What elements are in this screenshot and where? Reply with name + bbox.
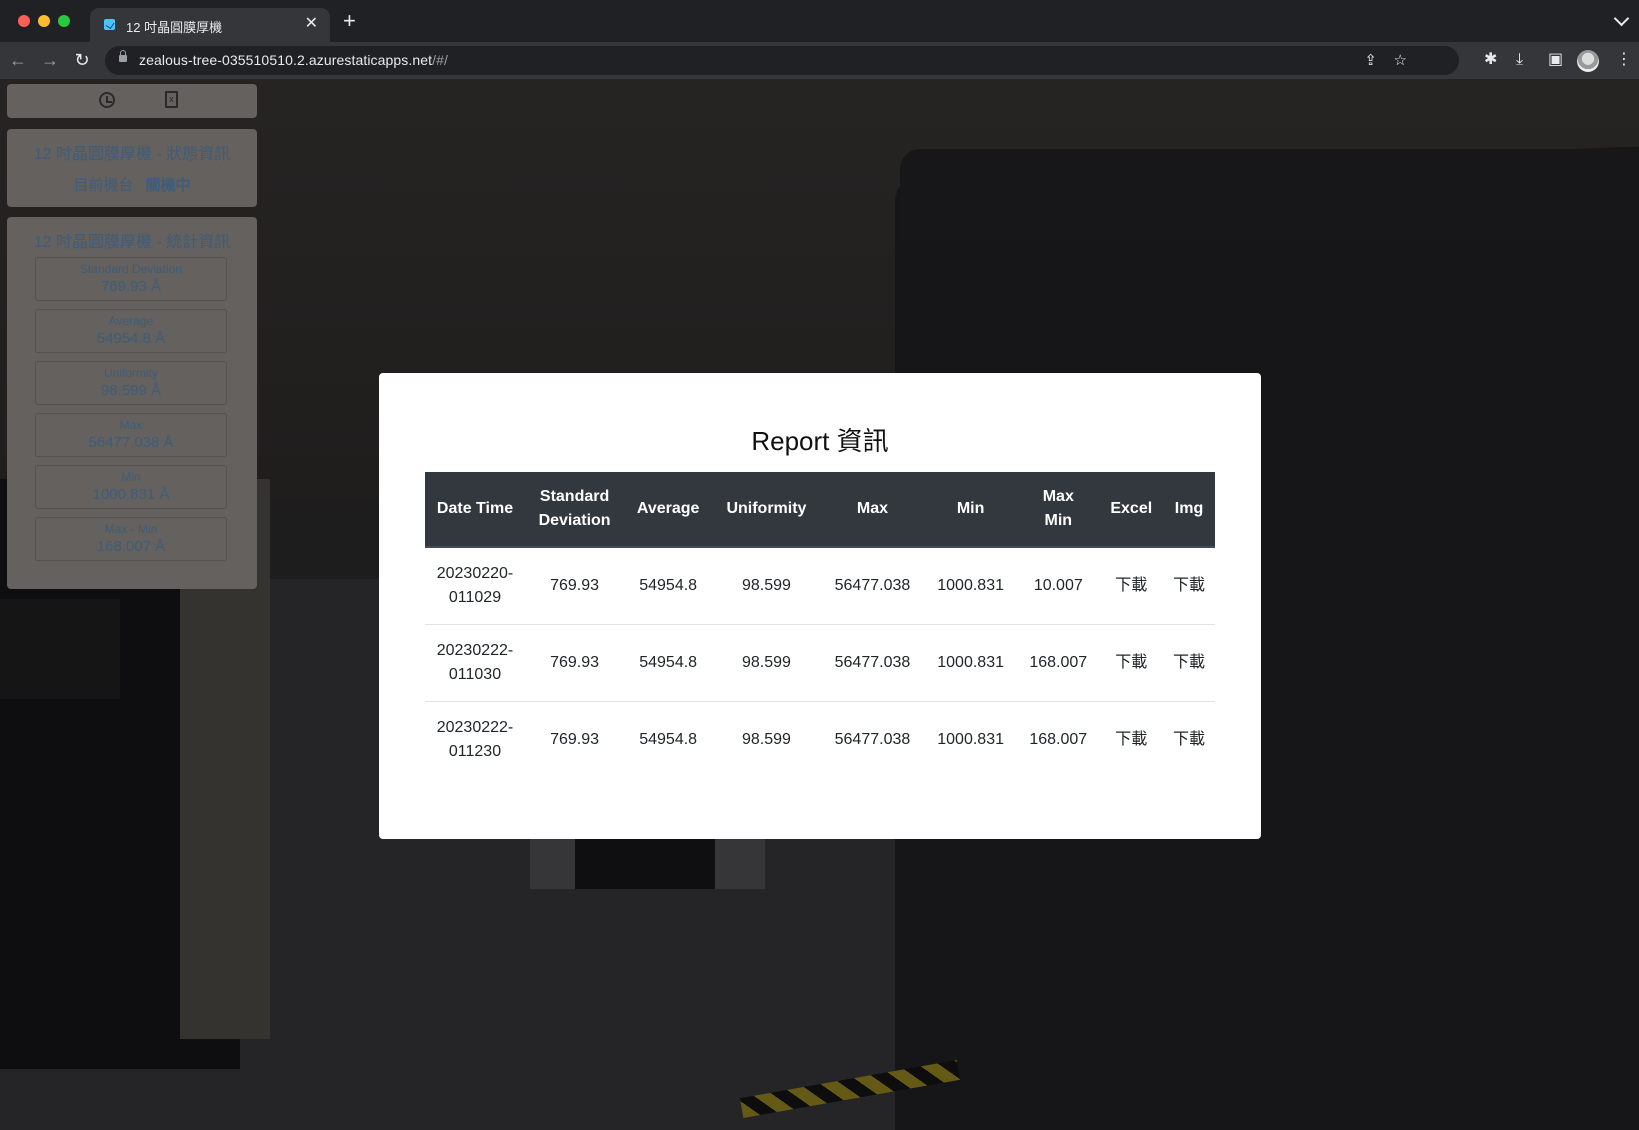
stats-panel-title: 12 吋晶圓膜厚機 - 統計資訊 bbox=[33, 234, 231, 251]
stat-value: 1000.831 Å bbox=[92, 486, 170, 503]
img-download-link[interactable]: 下載 bbox=[1163, 624, 1215, 702]
stat-label: Average bbox=[108, 314, 154, 328]
stat-label: Uniformity bbox=[103, 366, 158, 380]
stat-card-average: Average 54954.8 Å bbox=[35, 309, 227, 353]
status-panel-title: 12 吋晶圓膜厚機 - 狀態資訊 bbox=[33, 146, 231, 163]
tab-title: 12 吋晶圓膜厚機 bbox=[126, 20, 223, 35]
maximize-window-button[interactable] bbox=[58, 15, 70, 27]
machine-status-value: 關機中 bbox=[145, 177, 191, 194]
forward-arrow-icon[interactable]: → bbox=[40, 50, 60, 70]
cell-min: 1000.831 bbox=[924, 547, 1018, 625]
url-text: zealous-tree-035510510.2.azurestaticapps… bbox=[139, 52, 448, 68]
machine-status-line: 目前機台 關機中 bbox=[7, 174, 257, 195]
minimize-window-button[interactable] bbox=[38, 15, 50, 27]
cell-uniformity: 98.599 bbox=[712, 547, 821, 625]
machine-status-label: 目前機台 bbox=[73, 177, 134, 194]
stat-value: 769.93 Å bbox=[100, 278, 162, 295]
tab-search-chevron-icon[interactable] bbox=[1613, 10, 1630, 27]
cell-datetime: 20230222-011230 bbox=[436, 719, 514, 760]
cell-average: 54954.8 bbox=[624, 547, 713, 625]
bookmark-star-icon[interactable]: ☆ bbox=[1394, 51, 1407, 69]
cell-max: 56477.038 bbox=[834, 731, 911, 748]
stat-value: 56477.038 Å bbox=[88, 434, 174, 451]
download-icon[interactable]: ⤓ bbox=[1516, 50, 1523, 70]
excel-download-link[interactable]: 下載 bbox=[1099, 624, 1163, 702]
stat-value: 168.007 Å bbox=[96, 538, 166, 555]
table-row: 20230220-011029 769.93 54954.8 98.599 56… bbox=[425, 547, 1215, 625]
stat-card-uniformity: Uniformity 98.599 Å bbox=[35, 361, 227, 405]
history-icon[interactable] bbox=[99, 92, 115, 108]
column-header-standard-deviation: Standard Deviation bbox=[525, 472, 625, 548]
cell-average: 54954.8 bbox=[624, 624, 713, 702]
cell-min: 1000.831 bbox=[924, 624, 1018, 702]
stat-value: 98.599 Å bbox=[100, 382, 162, 399]
status-panel: 12 吋晶圓膜厚機 - 狀態資訊 目前機台 關機中 bbox=[7, 129, 257, 207]
cell-uniformity: 98.599 bbox=[712, 624, 821, 702]
cell-max: 56477.038 bbox=[820, 547, 925, 625]
img-download-link[interactable]: 下載 bbox=[1163, 702, 1215, 779]
cell-max-min: 10.007 bbox=[1017, 547, 1100, 625]
back-arrow-icon[interactable]: ← bbox=[8, 50, 28, 70]
cell-datetime: 20230222-011030 bbox=[425, 624, 525, 702]
report-table: Date Time Standard Deviation Average Uni… bbox=[425, 472, 1215, 778]
cell-std: 769.93 bbox=[525, 547, 625, 625]
new-tab-icon[interactable]: + bbox=[343, 10, 356, 32]
lock-icon bbox=[119, 50, 127, 62]
browser-toolbar: ← → ↻ zealous-tree-035510510.2.azurestat… bbox=[0, 42, 1639, 79]
browser-tab-bar: 12 吋晶圓膜厚機 ✕ + bbox=[0, 0, 1639, 42]
excel-file-icon[interactable]: x bbox=[165, 91, 178, 108]
close-window-button[interactable] bbox=[18, 15, 30, 27]
panel-toolbar: x bbox=[7, 84, 257, 118]
column-header-min: Min bbox=[924, 472, 1018, 548]
excel-download-link[interactable]: 下載 bbox=[1100, 702, 1164, 779]
stat-label: Max bbox=[119, 418, 143, 432]
column-header-img: Img bbox=[1163, 472, 1215, 548]
stat-card-max-min: Max - Min 168.007 Å bbox=[35, 517, 227, 561]
cell-datetime: 20230220-011029 bbox=[425, 547, 525, 625]
column-header-max-min: Max Min bbox=[1017, 472, 1100, 548]
side-panel-icon[interactable]: ▣ bbox=[1548, 50, 1563, 70]
column-header-uniformity: Uniformity bbox=[712, 472, 821, 548]
url-host: zealous-tree-035510510.2.azurestaticapps… bbox=[139, 52, 433, 68]
reload-icon[interactable]: ↻ bbox=[72, 50, 92, 70]
share-icon[interactable]: ⇪ bbox=[1364, 51, 1377, 69]
img-download-link[interactable]: 下載 bbox=[1163, 547, 1215, 625]
stat-value: 54954.8 Å bbox=[96, 330, 166, 347]
column-header-max: Max bbox=[820, 472, 925, 548]
address-bar[interactable]: zealous-tree-035510510.2.azurestaticapps… bbox=[105, 46, 1459, 75]
more-menu-icon[interactable]: ⋮ bbox=[1616, 50, 1632, 70]
cell-uniformity: 98.599 bbox=[741, 731, 791, 748]
profile-avatar[interactable] bbox=[1577, 50, 1599, 72]
close-tab-icon[interactable]: ✕ bbox=[305, 14, 318, 34]
favicon-icon bbox=[104, 19, 115, 30]
table-row: 20230222-011230 769.93 54954.8 98.599 56… bbox=[425, 702, 1215, 779]
stat-card-max: Max 56477.038 Å bbox=[35, 413, 227, 457]
cell-max-min: 168.007 bbox=[1029, 731, 1088, 748]
stat-label: Max - Min bbox=[104, 522, 158, 536]
column-header-date-time: Date Time bbox=[425, 472, 525, 548]
stat-card-min: Min 1000.831 Å bbox=[35, 465, 227, 509]
excel-download-link[interactable]: 下載 bbox=[1099, 547, 1163, 625]
column-header-excel: Excel bbox=[1099, 472, 1163, 548]
column-header-average: Average bbox=[624, 472, 713, 548]
stat-card-standard-deviation: Standard Deviation 769.93 Å bbox=[35, 257, 227, 301]
url-path: /#/ bbox=[432, 52, 449, 68]
cell-std: 769.93 bbox=[525, 624, 625, 702]
cell-max: 56477.038 bbox=[820, 624, 925, 702]
stat-label: Standard Deviation bbox=[79, 262, 183, 276]
extensions-puzzle-icon[interactable]: ✱ bbox=[1484, 50, 1497, 70]
stats-panel: 12 吋晶圓膜厚機 - 統計資訊 Standard Deviation 769.… bbox=[7, 217, 257, 589]
report-modal: Report 資訊 Date Time Standard Deviation A… bbox=[379, 373, 1261, 839]
cell-max-min: 168.007 bbox=[1017, 624, 1100, 702]
cell-min: 1000.831 bbox=[937, 731, 1004, 748]
table-row: 20230222-011030 769.93 54954.8 98.599 56… bbox=[425, 624, 1215, 702]
cell-std: 769.93 bbox=[550, 731, 600, 748]
table-header-row: Date Time Standard Deviation Average Uni… bbox=[425, 472, 1215, 548]
report-modal-title: Report 資訊 bbox=[751, 426, 889, 456]
browser-tab[interactable]: 12 吋晶圓膜厚機 ✕ bbox=[90, 8, 330, 42]
cell-average: 54954.8 bbox=[639, 731, 698, 748]
stat-label: Min bbox=[121, 470, 141, 484]
